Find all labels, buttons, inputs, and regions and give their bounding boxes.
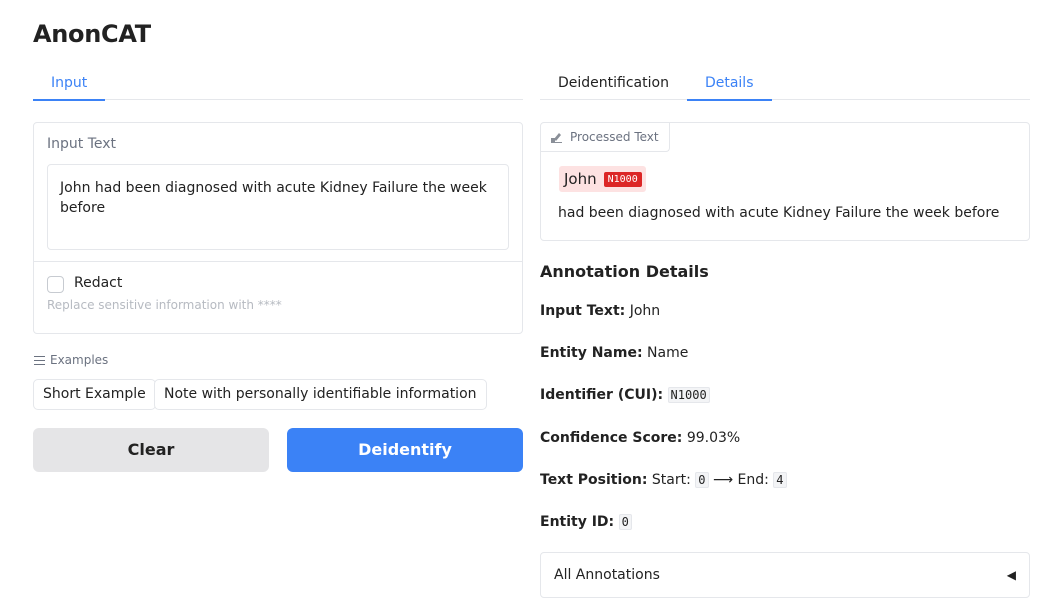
entity-tag: N1000 xyxy=(603,171,642,187)
tab-input[interactable]: Input xyxy=(33,70,106,101)
deidentify-button[interactable]: Deidentify xyxy=(287,428,523,472)
example-short-button[interactable]: Short Example xyxy=(33,379,156,410)
processed-rest-text: had been diagnosed with acute Kidney Fai… xyxy=(558,205,1000,221)
input-panel: Input Text John had been diagnosed with … xyxy=(33,122,523,334)
highlight-text: John xyxy=(564,170,597,188)
annotation-entity-id: Entity ID: 0 xyxy=(540,514,632,530)
example-pii-button[interactable]: Note with personally identifiable inform… xyxy=(154,379,487,410)
annotation-input-text: Input Text: John xyxy=(540,303,661,319)
examples-header: Examples xyxy=(34,353,108,367)
all-annotations-accordion[interactable]: All Annotations ◀ xyxy=(540,552,1030,598)
input-text-label: Input Text xyxy=(47,136,117,152)
annotation-entity-name: Entity Name: Name xyxy=(540,345,689,361)
tab-details[interactable]: Details xyxy=(686,70,772,101)
annotation-details-title: Annotation Details xyxy=(540,262,709,281)
examples-label: Examples xyxy=(50,353,109,367)
input-textarea[interactable]: John had been diagnosed with acute Kidne… xyxy=(47,164,509,250)
processed-text-panel: Processed Text John N1000 had been diagn… xyxy=(540,122,1030,241)
list-icon xyxy=(34,355,45,365)
caret-left-icon: ◀ xyxy=(1006,568,1016,582)
redact-info: Replace sensitive information with **** xyxy=(47,298,282,312)
annotation-cui: Identifier (CUI): N1000 xyxy=(540,387,710,403)
processed-text-label: Processed Text xyxy=(570,130,659,144)
highlight-icon xyxy=(551,132,562,143)
redact-label[interactable]: Redact xyxy=(74,275,122,291)
annotation-confidence: Confidence Score: 99.03% xyxy=(540,430,741,446)
entity-highlight[interactable]: John N1000 xyxy=(559,166,646,192)
input-tabbar: Input xyxy=(33,70,523,101)
processed-text-badge: Processed Text xyxy=(541,123,670,152)
annotation-position: Text Position: Start: 0 ⟶ End: 4 xyxy=(540,472,787,488)
divider xyxy=(34,261,522,262)
redact-checkbox[interactable] xyxy=(47,276,64,293)
clear-button[interactable]: Clear xyxy=(33,428,269,472)
all-annotations-label: All Annotations xyxy=(554,567,660,583)
tab-deidentification[interactable]: Deidentification xyxy=(540,70,687,100)
app-title: AnonCAT xyxy=(33,20,151,48)
output-tabbar: Deidentification Details xyxy=(540,70,1030,101)
